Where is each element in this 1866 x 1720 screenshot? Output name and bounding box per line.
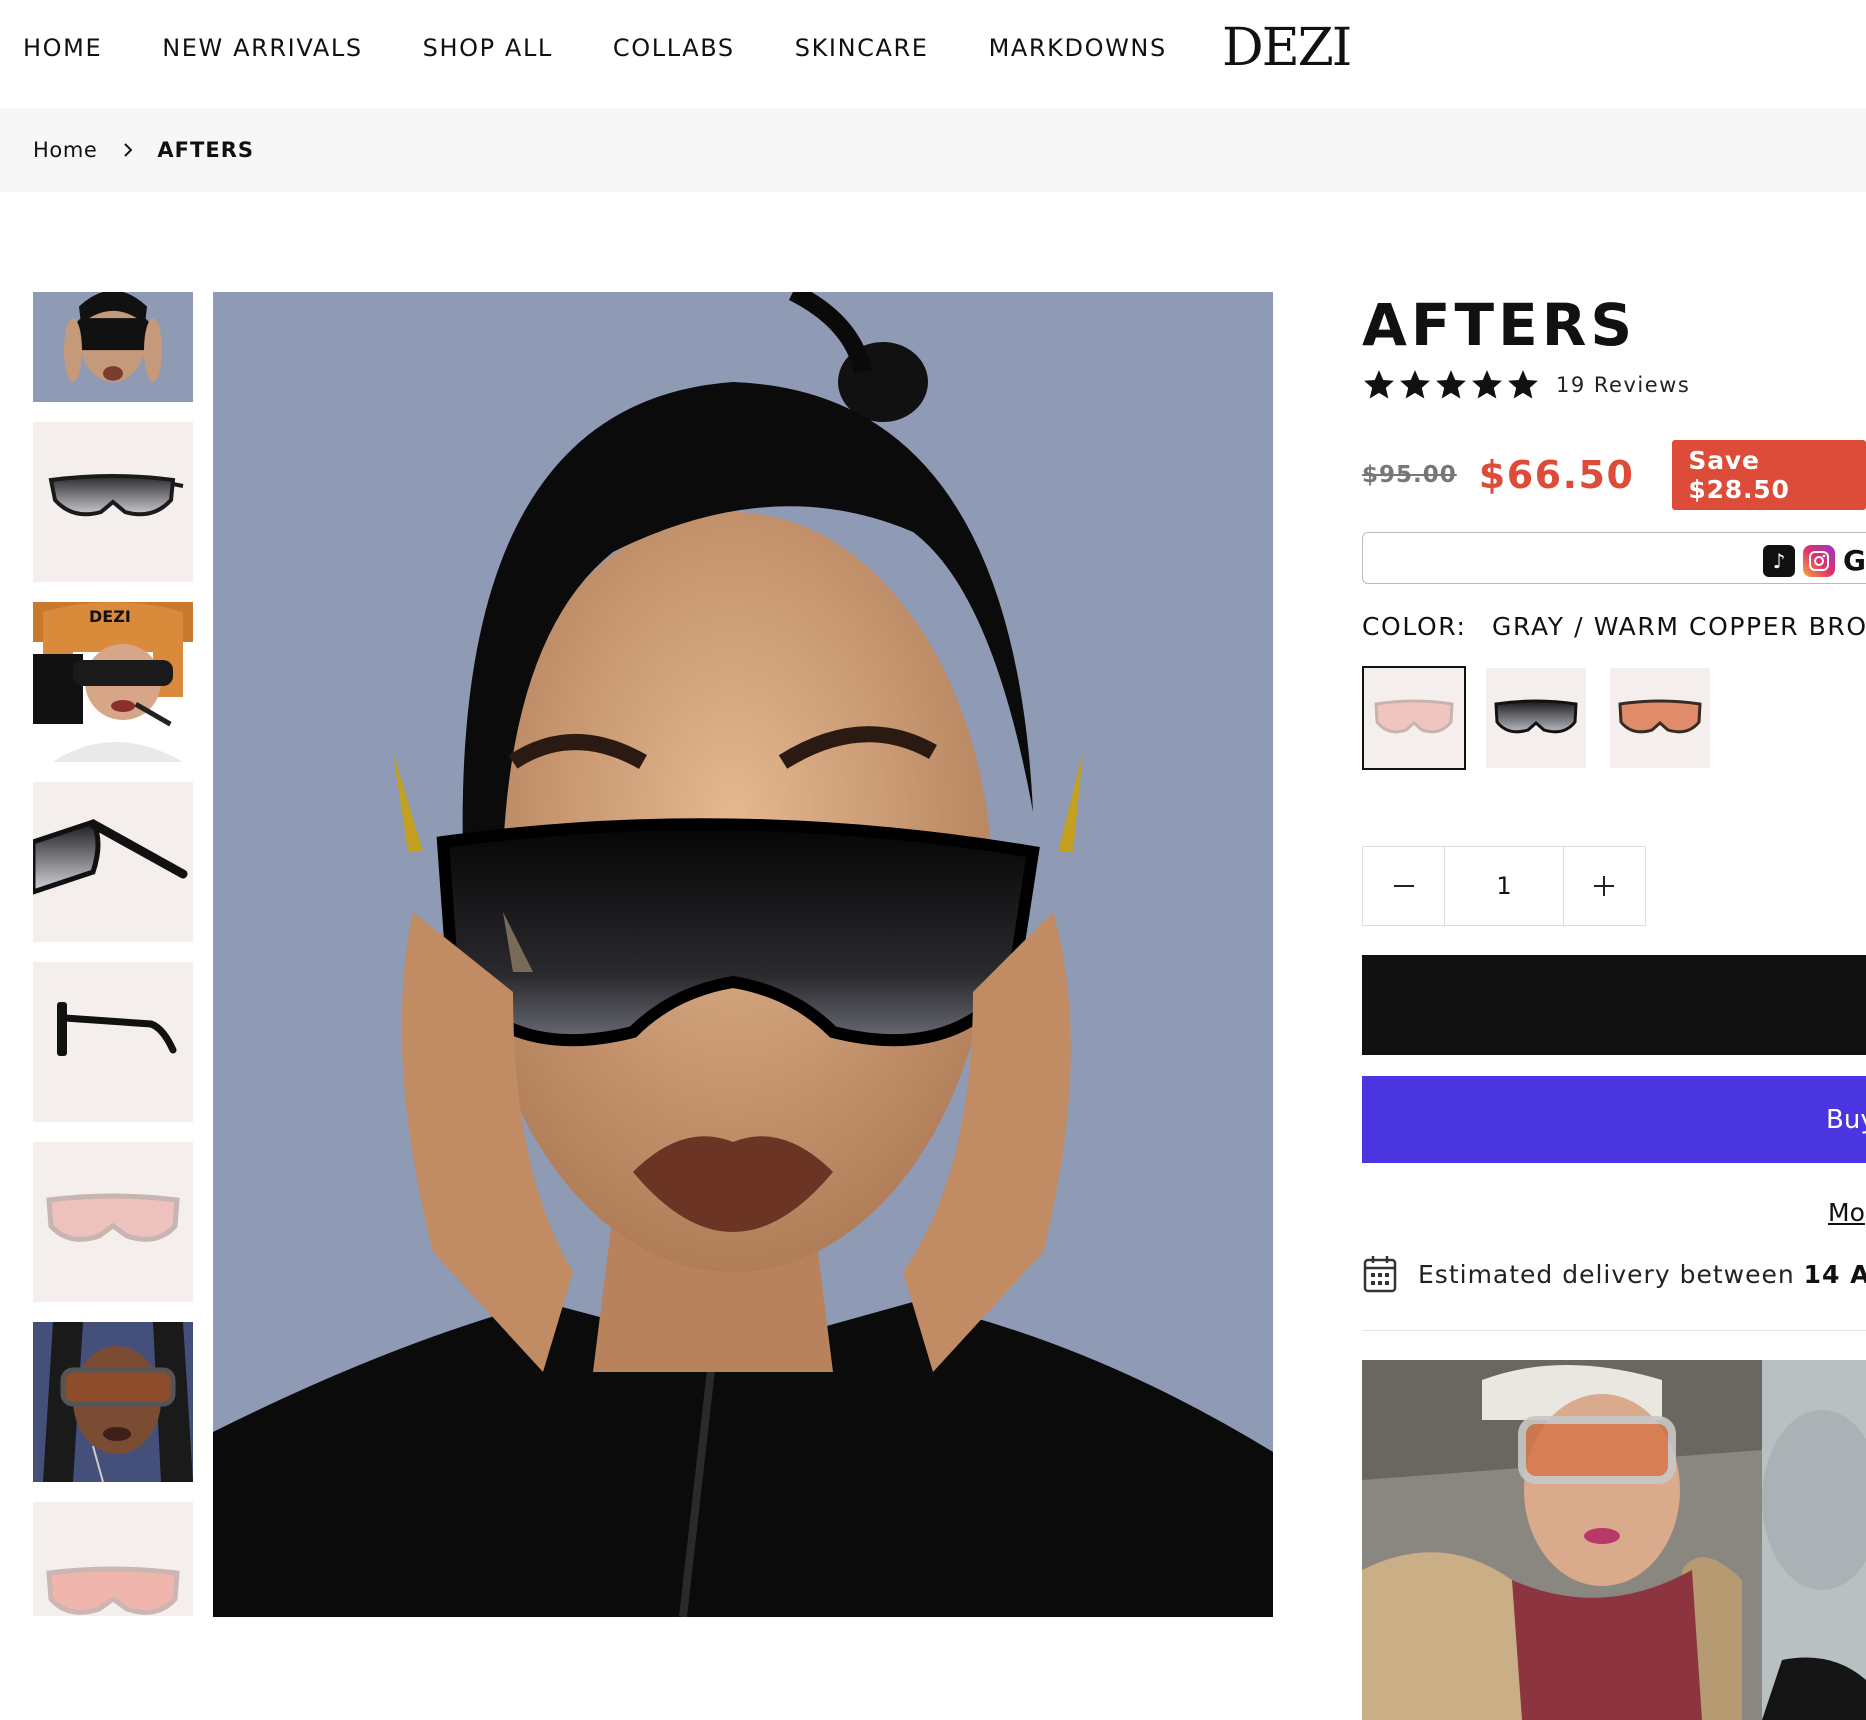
thumbnail-2[interactable] [33, 422, 193, 582]
breadcrumb-bar: Home AFTERS [0, 108, 1866, 192]
buy-now-button[interactable]: Buy [1362, 1076, 1866, 1163]
price-block: $95.00 $66.50 Save $28.50 [1362, 440, 1866, 510]
top-navigation: HOME NEW ARRIVALS SHOP ALL COLLABS SKINC… [0, 0, 1866, 108]
compare-at-price: $95.00 [1362, 462, 1457, 488]
nav-collabs[interactable]: COLLABS [613, 30, 735, 66]
quantity-increase-button[interactable] [1564, 847, 1645, 925]
instagram-icon [1803, 544, 1835, 577]
star-icon [1400, 370, 1430, 399]
save-badge: Save $28.50 [1672, 440, 1866, 510]
swatch-pink[interactable] [1362, 666, 1466, 770]
star-icon [1472, 370, 1502, 399]
delivery-text: Estimated delivery between 14 Apri [1418, 1260, 1866, 1289]
color-label: COLOR: [1362, 612, 1467, 641]
breadcrumb: Home AFTERS [33, 138, 254, 162]
quantity-decrease-button[interactable] [1363, 847, 1444, 925]
plus-icon [1594, 876, 1615, 896]
chevron-right-icon [124, 143, 133, 157]
product-title: AFTERS [1362, 291, 1637, 359]
social-label: G [1843, 544, 1866, 577]
product-rating[interactable]: 19 Reviews [1362, 368, 1690, 402]
delivery-prefix: Estimated delivery between [1418, 1259, 1795, 1289]
rating-stars [1362, 368, 1540, 402]
sale-price: $66.50 [1478, 453, 1635, 497]
brand-logo[interactable]: DEZI [1222, 20, 1352, 76]
minus-icon [1393, 885, 1414, 887]
main-product-image[interactable] [213, 292, 1273, 1617]
social-icons: ♪ G [1763, 544, 1866, 577]
nav-skincare[interactable]: SKINCARE [795, 30, 929, 66]
svg-text:DEZI: DEZI [89, 607, 131, 626]
thumbnail-1[interactable] [33, 292, 193, 402]
main-menu: HOME NEW ARRIVALS SHOP ALL COLLABS SKINC… [23, 30, 1227, 66]
color-value: GRAY / WARM COPPER BROWN [1492, 612, 1866, 641]
thumbnail-5[interactable] [33, 962, 193, 1122]
thumbnail-3[interactable]: DEZI [33, 602, 193, 762]
divider [1362, 1330, 1866, 1331]
swatch-black[interactable] [1486, 668, 1586, 768]
add-to-cart-button[interactable] [1362, 955, 1866, 1055]
more-payment-options-link[interactable]: Mo [1828, 1198, 1865, 1227]
thumbnail-8[interactable] [33, 1502, 193, 1616]
star-icon [1436, 370, 1466, 399]
breadcrumb-current: AFTERS [157, 138, 254, 162]
star-icon [1364, 370, 1394, 399]
nav-markdowns[interactable]: MARKDOWNS [989, 30, 1167, 66]
customer-photo-gallery[interactable] [1362, 1360, 1866, 1720]
breadcrumb-home[interactable]: Home [33, 138, 97, 162]
estimated-delivery: Estimated delivery between 14 Apri [1362, 1254, 1866, 1294]
delivery-date: 14 Apri [1803, 1259, 1866, 1289]
tiktok-icon: ♪ [1763, 544, 1795, 577]
social-proof-bar[interactable]: ♪ G [1362, 532, 1866, 584]
thumbnail-7[interactable] [33, 1322, 193, 1482]
calendar-icon [1363, 1256, 1397, 1293]
nav-home[interactable]: HOME [23, 30, 102, 66]
reviews-link[interactable]: 19 Reviews [1556, 373, 1690, 397]
star-icon [1508, 370, 1538, 399]
quantity-stepper: 1 [1362, 846, 1646, 926]
quantity-input[interactable]: 1 [1444, 847, 1564, 925]
color-option: COLOR: GRAY / WARM COPPER BROWN [1362, 612, 1866, 641]
nav-new-arrivals[interactable]: NEW ARRIVALS [162, 30, 362, 66]
thumbnail-4[interactable] [33, 782, 193, 942]
swatch-copper[interactable] [1610, 668, 1710, 768]
thumbnail-6[interactable] [33, 1142, 193, 1302]
nav-shop-all[interactable]: SHOP ALL [423, 30, 553, 66]
